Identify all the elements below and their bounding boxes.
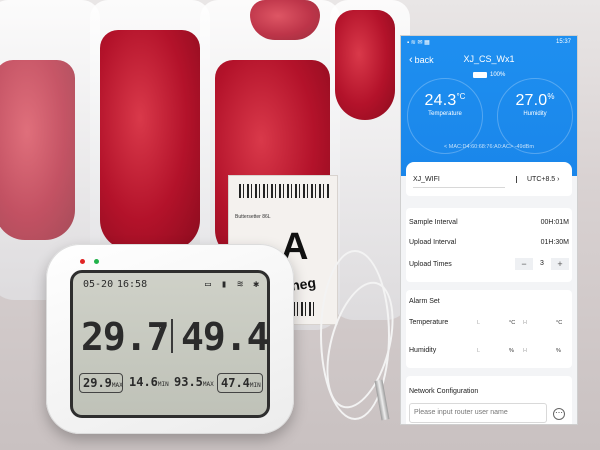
- alarm-temp-high-unit: °C: [556, 320, 563, 326]
- lcd-tag: MAX: [111, 382, 123, 389]
- alarm-temp-row: Temperature: [409, 319, 569, 326]
- upload-times-label: Upload Times: [409, 261, 452, 268]
- alarm-hum-high-input[interactable]: H: [523, 348, 527, 354]
- device-title: XJ_CS_Wx1: [463, 54, 515, 64]
- router-username-input[interactable]: Please input router user name: [409, 403, 547, 423]
- lcd-hum-min: 47.4MIN: [217, 373, 263, 393]
- lcd-date: 05-20: [83, 279, 114, 290]
- sample-interval-label: Sample Interval: [409, 219, 458, 226]
- status-icons-left: ▪ ≋ ✉ ▦: [407, 40, 430, 46]
- product-photo: Buttersetter 86L A neg 05-20 16:58 ▭ ▮ ≋…: [0, 0, 600, 450]
- humidity-unit: %: [547, 92, 555, 101]
- lcd-hum-unit: %: [257, 323, 263, 333]
- lcd-temp-min: 14.6MIN: [126, 373, 169, 393]
- alarm-temp-label: Temperature: [409, 319, 449, 326]
- blood-fill: [335, 10, 395, 120]
- alarm-hum-label: Humidity: [409, 347, 437, 354]
- lcd-status-icons: ▭ ▮ ≋ ✱: [205, 279, 262, 290]
- red-led: [80, 259, 85, 264]
- alarm-set-title: Alarm Set: [409, 298, 440, 305]
- decrement-button[interactable]: −: [515, 258, 533, 270]
- chevron-right-icon: ›: [557, 176, 560, 183]
- alarm-hum-low-input[interactable]: L: [477, 348, 480, 354]
- sample-interval-row[interactable]: Sample Interval 00H:01M: [409, 219, 569, 226]
- lcd-value: 14.6: [129, 375, 158, 389]
- lcd-tag: MIN: [249, 382, 261, 389]
- lcd-screen: 05-20 16:58 ▭ ▮ ≋ ✱ 29.7 °C 49.4 % 29.9M…: [70, 270, 270, 418]
- blood-fill: [0, 60, 75, 240]
- lcd-separator: [171, 319, 173, 353]
- wifi-name-field[interactable]: XJ_WIFI: [413, 176, 505, 188]
- lcd-tag: MIN: [157, 381, 169, 388]
- lcd-temp-max: 29.9MAX: [79, 373, 123, 393]
- humidity-label: Humidity: [523, 111, 547, 117]
- upload-interval-row[interactable]: Upload Interval 01H:30M: [409, 239, 569, 246]
- lcd-value: 47.4: [221, 376, 250, 390]
- barcode: [239, 184, 329, 198]
- upload-times-stepper: − 3 +: [515, 258, 569, 270]
- humidity-reading: 27.0% Humidity: [497, 92, 573, 117]
- upload-interval-label: Upload Interval: [409, 239, 457, 246]
- lcd-value: 29.9: [83, 376, 112, 390]
- alarm-temp-high-input[interactable]: H: [523, 320, 527, 326]
- increment-button[interactable]: +: [551, 258, 569, 270]
- status-time: 15:37: [555, 39, 571, 45]
- temperature-reading: 24.3°C Temperature: [407, 92, 483, 117]
- temperature-value: 24.3: [424, 92, 457, 109]
- alarm-temp-low-input[interactable]: L: [477, 320, 480, 326]
- lcd-hum-max: 93.5MAX: [171, 373, 215, 393]
- upload-times-value[interactable]: 3: [533, 258, 551, 270]
- alarm-temp-low-unit: °C: [509, 320, 516, 326]
- upload-interval-value: 01H:30M: [540, 239, 569, 246]
- temperature-label: Temperature: [428, 111, 462, 117]
- battery-level: 100%: [490, 72, 506, 78]
- alarm-hum-high-unit: %: [556, 348, 561, 354]
- blood-fill: [250, 0, 320, 40]
- lcd-value: 93.5: [174, 375, 203, 389]
- lcd-temp-unit: °C: [153, 323, 164, 333]
- alarm-hum-low-unit: %: [509, 348, 514, 354]
- app-header: ▪ ≋ ✉ ▦ 15:37 ‹ back XJ_CS_Wx1 100% 24.3°…: [401, 36, 577, 176]
- more-options-icon[interactable]: ⋯: [553, 408, 565, 420]
- lcd-time: 16:58: [117, 279, 148, 290]
- utc-value: UTC+8.5: [527, 176, 556, 183]
- lcd-tag: MAX: [202, 381, 214, 388]
- sample-interval-value: 00H:01M: [540, 219, 569, 226]
- phone-app-screen: ▪ ≋ ✉ ▦ 15:37 ‹ back XJ_CS_Wx1 100% 24.3°…: [400, 35, 578, 425]
- sensor-device: 05-20 16:58 ▭ ▮ ≋ ✱ 29.7 °C 49.4 % 29.9M…: [46, 244, 294, 434]
- alarm-hum-row: Humidity: [409, 347, 569, 354]
- lcd-temperature: 29.7: [81, 315, 170, 359]
- mac-address: < MAC:D4:60:68:76:A0:AC> -49dBm: [444, 144, 534, 150]
- lcd-humidity: 49.4: [181, 315, 270, 359]
- utc-selector[interactable]: UTC+8.5 ›: [516, 176, 560, 183]
- sticker-small-text: Buttersetter 86L: [235, 214, 271, 220]
- battery-icon: [473, 72, 487, 78]
- humidity-value: 27.0: [515, 92, 548, 109]
- sticker-text: neg: [290, 274, 317, 294]
- blood-fill: [100, 30, 200, 250]
- green-led: [94, 259, 99, 264]
- temperature-unit: °C: [456, 92, 466, 101]
- battery-indicator: 100%: [473, 72, 505, 78]
- network-config-title: Network Configuration: [409, 388, 479, 395]
